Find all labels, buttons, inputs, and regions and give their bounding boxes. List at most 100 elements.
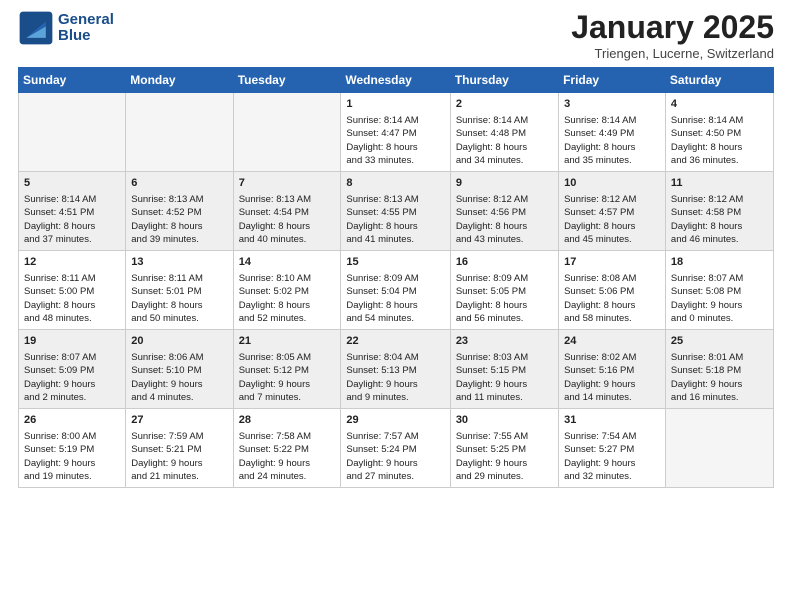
weekday-header-monday: Monday: [126, 68, 233, 93]
weekday-header-sunday: Sunday: [19, 68, 126, 93]
day-number: 27: [131, 413, 227, 428]
empty-cell: [126, 93, 233, 172]
day-info: Sunrise: 8:04 AM Sunset: 5:13 PM Dayligh…: [346, 351, 444, 404]
day-cell-19: 19Sunrise: 8:07 AM Sunset: 5:09 PM Dayli…: [19, 330, 126, 409]
day-cell-30: 30Sunrise: 7:55 AM Sunset: 5:25 PM Dayli…: [450, 409, 558, 488]
day-info: Sunrise: 8:14 AM Sunset: 4:47 PM Dayligh…: [346, 114, 444, 167]
day-info: Sunrise: 8:01 AM Sunset: 5:18 PM Dayligh…: [671, 351, 768, 404]
day-info: Sunrise: 8:10 AM Sunset: 5:02 PM Dayligh…: [239, 272, 336, 325]
weekday-header-friday: Friday: [559, 68, 666, 93]
day-number: 26: [24, 413, 120, 428]
empty-cell: [665, 409, 773, 488]
weekday-header-wednesday: Wednesday: [341, 68, 450, 93]
day-info: Sunrise: 8:09 AM Sunset: 5:04 PM Dayligh…: [346, 272, 444, 325]
day-cell-6: 6 Sunrise: 8:13 AM Sunset: 4:52 PM Daylig…: [126, 172, 233, 251]
day-number: 6: [131, 176, 227, 191]
location-subtitle: Triengen, Lucerne, Switzerland: [571, 46, 774, 61]
day-number: 22: [346, 334, 444, 349]
day-cell-11: 11Sunrise: 8:12 AM Sunset: 4:58 PM Dayli…: [665, 172, 773, 251]
day-number: 8: [346, 176, 444, 191]
day-number: 12: [24, 255, 120, 270]
day-cell-13: 13 Sunrise: 8:11 AM Sunset: 5:01 PM Dayli…: [126, 251, 233, 330]
day-cell-5: 5Sunrise: 8:14 AM Sunset: 4:51 PM Daylig…: [19, 172, 126, 251]
day-cell-7: 7Sunrise: 8:13 AM Sunset: 4:54 PM Daylig…: [233, 172, 341, 251]
day-number: 13: [131, 255, 227, 270]
day-info: Sunrise: 8:13 AM Sunset: 4:55 PM Dayligh…: [346, 193, 444, 246]
day-cell-12: 12 Sunrise: 8:11 AM Sunset: 5:00 PM Dayli…: [19, 251, 126, 330]
logo: General Blue: [18, 10, 114, 46]
day-info: Sunrise: 8:03 AM Sunset: 5:15 PM Dayligh…: [456, 351, 553, 404]
day-info: Sunrise: 8:13 AM Sunset: 4:52 PM Dayligh…: [131, 193, 227, 246]
month-title: January 2025: [571, 10, 774, 45]
week-row-5: 26 Sunrise: 8:00 AM Sunset: 5:19 PM Dayli…: [19, 409, 774, 488]
day-number: 17: [564, 255, 660, 270]
day-info: Sunrise: 8:05 AM Sunset: 5:12 PM Dayligh…: [239, 351, 336, 404]
logo-line1: General: [58, 12, 114, 29]
logo-line2: Blue: [58, 28, 114, 45]
empty-cell: [233, 93, 341, 172]
day-cell-21: 21 Sunrise: 8:05 AM Sunset: 5:12 PM Dayli…: [233, 330, 341, 409]
day-number: 4: [671, 97, 768, 112]
day-number: 7: [239, 176, 336, 191]
header: General Blue January 2025 Triengen, Luce…: [18, 10, 774, 61]
week-row-4: 19Sunrise: 8:07 AM Sunset: 5:09 PM Dayli…: [19, 330, 774, 409]
day-number: 10: [564, 176, 660, 191]
week-row-2: 5Sunrise: 8:14 AM Sunset: 4:51 PM Daylig…: [19, 172, 774, 251]
day-number: 9: [456, 176, 553, 191]
day-info: Sunrise: 8:12 AM Sunset: 4:56 PM Dayligh…: [456, 193, 553, 246]
day-cell-28: 28 Sunrise: 7:58 AM Sunset: 5:22 PM Dayli…: [233, 409, 341, 488]
day-cell-8: 8 Sunrise: 8:13 AM Sunset: 4:55 PM Daylig…: [341, 172, 450, 251]
day-cell-22: 22 Sunrise: 8:04 AM Sunset: 5:13 PM Dayli…: [341, 330, 450, 409]
day-info: Sunrise: 8:12 AM Sunset: 4:57 PM Dayligh…: [564, 193, 660, 246]
day-info: Sunrise: 7:55 AM Sunset: 5:25 PM Dayligh…: [456, 430, 553, 483]
day-cell-25: 25 Sunrise: 8:01 AM Sunset: 5:18 PM Dayli…: [665, 330, 773, 409]
weekday-header-saturday: Saturday: [665, 68, 773, 93]
day-info: Sunrise: 8:11 AM Sunset: 5:01 PM Dayligh…: [131, 272, 227, 325]
day-cell-15: 15 Sunrise: 8:09 AM Sunset: 5:04 PM Dayli…: [341, 251, 450, 330]
day-cell-17: 17 Sunrise: 8:08 AM Sunset: 5:06 PM Dayli…: [559, 251, 666, 330]
day-cell-23: 23 Sunrise: 8:03 AM Sunset: 5:15 PM Dayli…: [450, 330, 558, 409]
day-number: 31: [564, 413, 660, 428]
week-row-1: 1 Sunrise: 8:14 AM Sunset: 4:47 PM Daylig…: [19, 93, 774, 172]
day-info: Sunrise: 8:08 AM Sunset: 5:06 PM Dayligh…: [564, 272, 660, 325]
title-block: January 2025 Triengen, Lucerne, Switzerl…: [571, 10, 774, 61]
day-cell-4: 4Sunrise: 8:14 AM Sunset: 4:50 PM Daylig…: [665, 93, 773, 172]
page: General Blue January 2025 Triengen, Luce…: [0, 0, 792, 612]
day-number: 21: [239, 334, 336, 349]
day-number: 1: [346, 97, 444, 112]
day-info: Sunrise: 8:06 AM Sunset: 5:10 PM Dayligh…: [131, 351, 227, 404]
day-cell-27: 27Sunrise: 7:59 AM Sunset: 5:21 PM Dayli…: [126, 409, 233, 488]
day-cell-1: 1 Sunrise: 8:14 AM Sunset: 4:47 PM Daylig…: [341, 93, 450, 172]
weekday-header-row: SundayMondayTuesdayWednesdayThursdayFrid…: [19, 68, 774, 93]
day-cell-3: 3Sunrise: 8:14 AM Sunset: 4:49 PM Daylig…: [559, 93, 666, 172]
day-cell-9: 9 Sunrise: 8:12 AM Sunset: 4:56 PM Daylig…: [450, 172, 558, 251]
day-info: Sunrise: 8:00 AM Sunset: 5:19 PM Dayligh…: [24, 430, 120, 483]
weekday-header-thursday: Thursday: [450, 68, 558, 93]
weekday-header-tuesday: Tuesday: [233, 68, 341, 93]
logo-icon: [18, 10, 54, 46]
calendar-table: SundayMondayTuesdayWednesdayThursdayFrid…: [18, 67, 774, 488]
day-number: 28: [239, 413, 336, 428]
day-cell-10: 10 Sunrise: 8:12 AM Sunset: 4:57 PM Dayli…: [559, 172, 666, 251]
day-number: 16: [456, 255, 553, 270]
day-number: 24: [564, 334, 660, 349]
day-info: Sunrise: 8:12 AM Sunset: 4:58 PM Dayligh…: [671, 193, 768, 246]
day-info: Sunrise: 8:14 AM Sunset: 4:49 PM Dayligh…: [564, 114, 660, 167]
day-cell-16: 16Sunrise: 8:09 AM Sunset: 5:05 PM Dayli…: [450, 251, 558, 330]
empty-cell: [19, 93, 126, 172]
day-info: Sunrise: 8:14 AM Sunset: 4:51 PM Dayligh…: [24, 193, 120, 246]
day-cell-31: 31 Sunrise: 7:54 AM Sunset: 5:27 PM Dayli…: [559, 409, 666, 488]
day-info: Sunrise: 7:57 AM Sunset: 5:24 PM Dayligh…: [346, 430, 444, 483]
day-cell-18: 18Sunrise: 8:07 AM Sunset: 5:08 PM Dayli…: [665, 251, 773, 330]
day-number: 29: [346, 413, 444, 428]
day-number: 15: [346, 255, 444, 270]
day-number: 25: [671, 334, 768, 349]
day-info: Sunrise: 8:02 AM Sunset: 5:16 PM Dayligh…: [564, 351, 660, 404]
day-info: Sunrise: 7:58 AM Sunset: 5:22 PM Dayligh…: [239, 430, 336, 483]
day-number: 14: [239, 255, 336, 270]
day-number: 18: [671, 255, 768, 270]
day-number: 23: [456, 334, 553, 349]
day-info: Sunrise: 7:54 AM Sunset: 5:27 PM Dayligh…: [564, 430, 660, 483]
day-cell-14: 14 Sunrise: 8:10 AM Sunset: 5:02 PM Dayli…: [233, 251, 341, 330]
day-info: Sunrise: 8:11 AM Sunset: 5:00 PM Dayligh…: [24, 272, 120, 325]
